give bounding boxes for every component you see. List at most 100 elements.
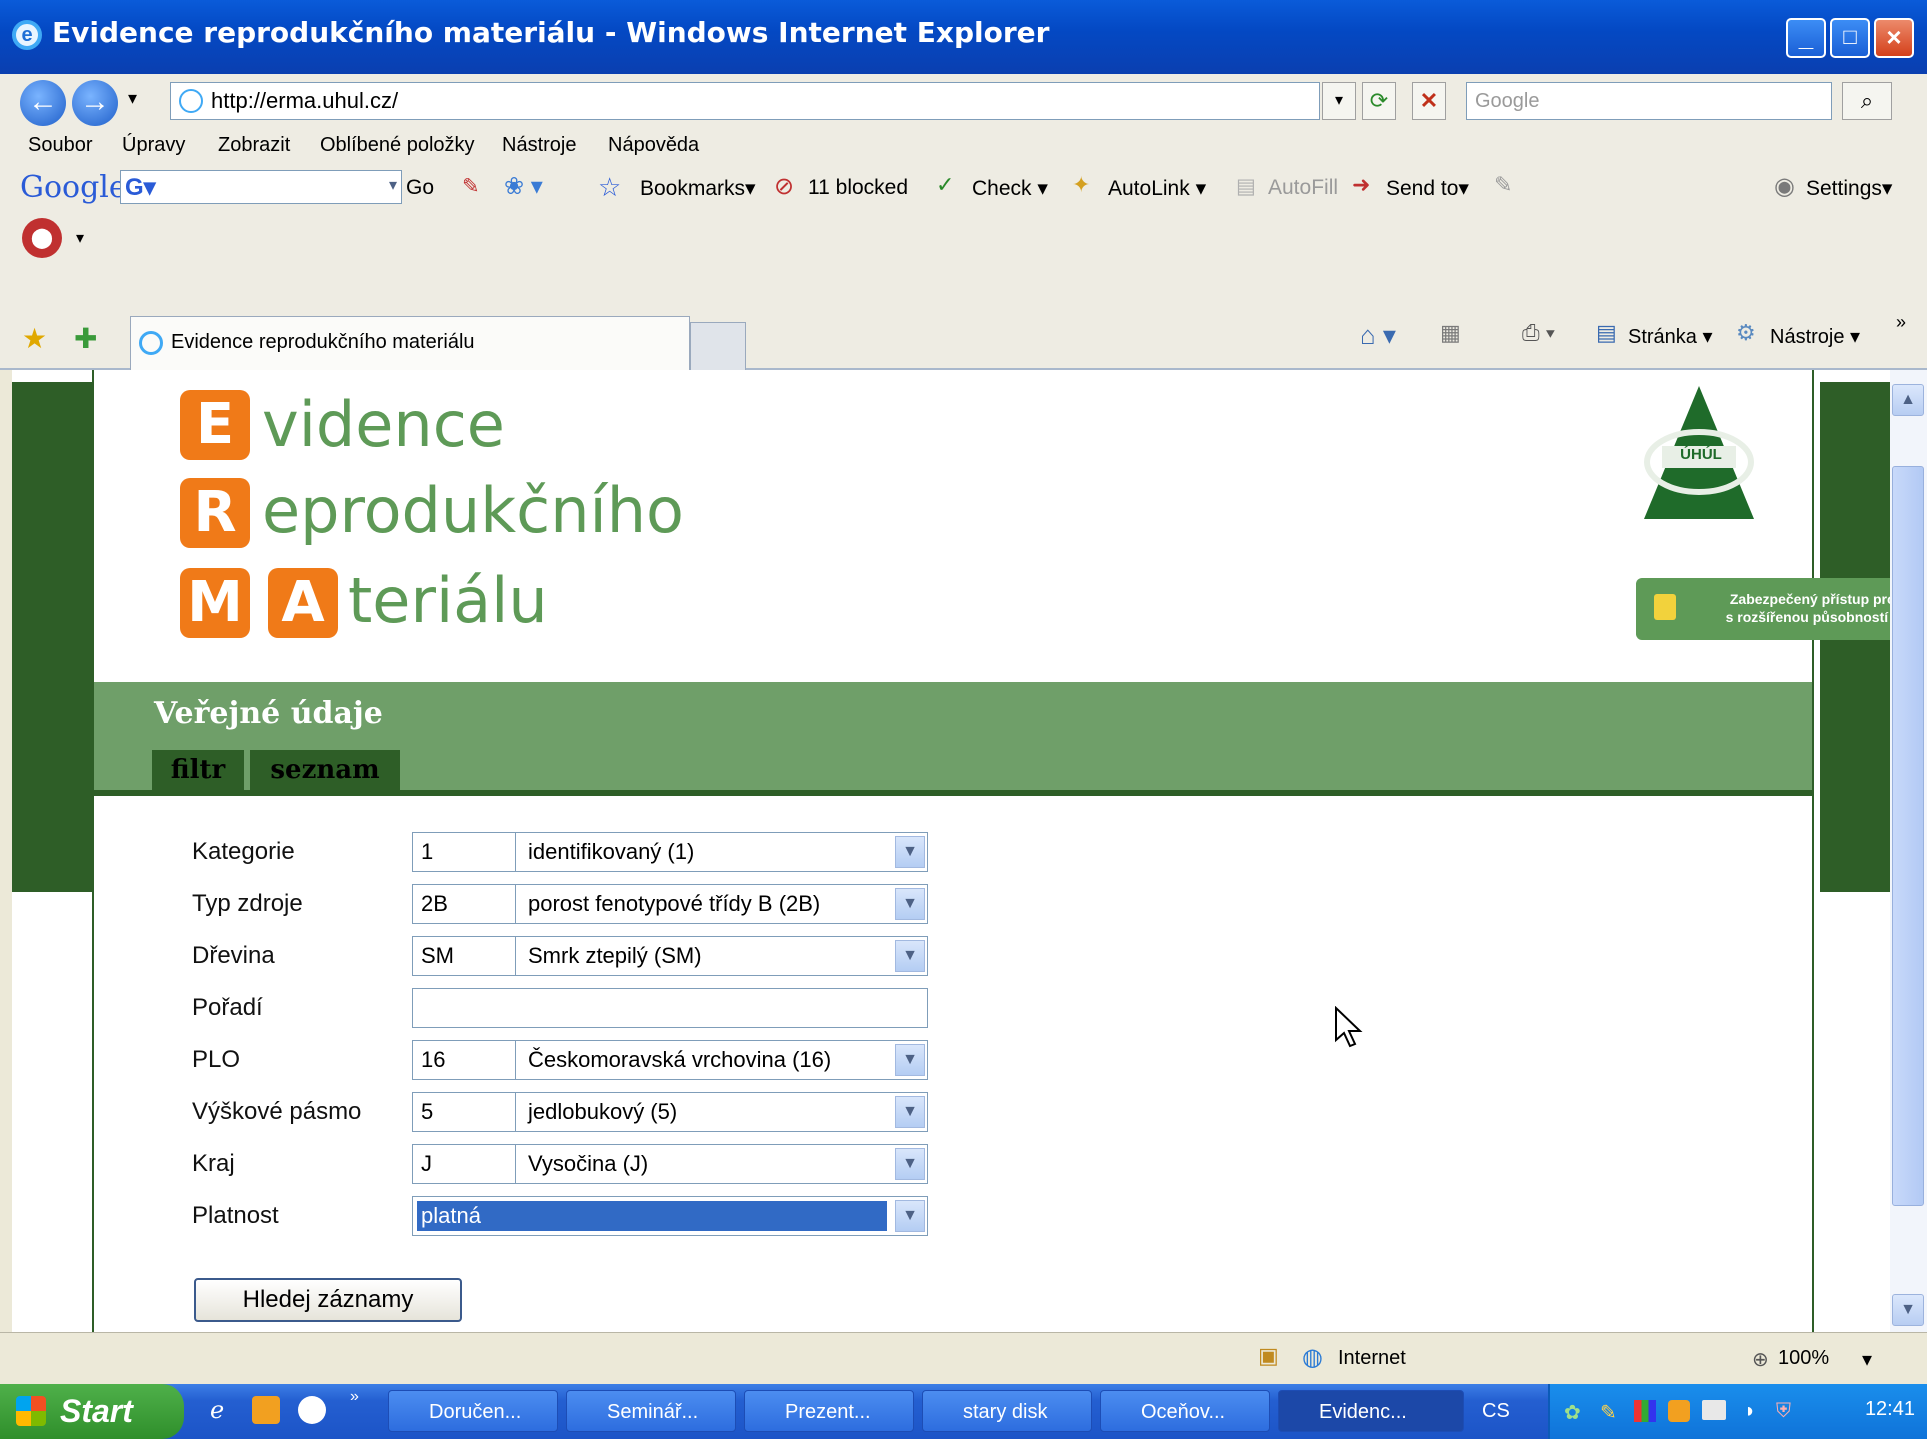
menu-napoveda[interactable]: Nápověda	[608, 134, 699, 157]
secure-access-button[interactable]: Zabezpečený přístup pro obce s rozšířeno…	[1636, 578, 1890, 640]
kraj-code-input[interactable]: J	[412, 1144, 516, 1184]
news-icon[interactable]: ❀ ▾	[504, 172, 543, 201]
dropdown-icon[interactable]: ▾	[389, 175, 397, 195]
menu-soubor[interactable]: Soubor	[28, 134, 93, 157]
task-doruceno[interactable]: Doručen...	[388, 1390, 558, 1432]
blocked-count[interactable]: 11 blocked	[808, 176, 908, 200]
tray-network-icon[interactable]: ✿	[1564, 1400, 1581, 1425]
tab-erma[interactable]: Evidence reprodukčního materiálu	[130, 316, 690, 370]
task-evidence[interactable]: Evidenc...	[1278, 1390, 1464, 1432]
chevron-down-icon[interactable]: ▼	[895, 888, 925, 920]
task-seminar[interactable]: Seminář...	[566, 1390, 736, 1432]
plo-select[interactable]: Českomoravská vrchovina (16) ▼	[516, 1040, 928, 1080]
scroll-thumb[interactable]	[1892, 466, 1924, 1206]
chevron-right-icon[interactable]: »	[1896, 312, 1906, 333]
check-button[interactable]: Check ▾	[972, 176, 1048, 201]
google-search-input[interactable]: G▾ ▾	[120, 170, 402, 204]
back-button[interactable]: ←	[20, 80, 66, 126]
outlook-quicklaunch-icon[interactable]	[252, 1396, 280, 1424]
start-button[interactable]: Start	[0, 1384, 184, 1439]
vyskove-pasmo-code-input[interactable]: 5	[412, 1092, 516, 1132]
platnost-select[interactable]: platná ▼	[412, 1196, 928, 1236]
tray-outlook-icon[interactable]	[1668, 1400, 1690, 1422]
page-menu[interactable]: Stránka ▾	[1628, 324, 1713, 349]
chevron-down-icon[interactable]: ▼	[895, 940, 925, 972]
tray-tool-icon[interactable]: ✎	[1600, 1400, 1617, 1425]
tray-color-icon[interactable]	[1634, 1400, 1656, 1422]
search-input[interactable]: Google	[1466, 82, 1832, 120]
pdf-dropdown-icon[interactable]: ▾	[76, 228, 84, 248]
task-label: Doručen...	[429, 1401, 522, 1423]
go-button[interactable]: Go	[406, 176, 434, 200]
search-icon[interactable]: ⌕	[1842, 82, 1892, 120]
close-button[interactable]: ×	[1874, 18, 1914, 58]
drevina-code-input[interactable]: SM	[412, 936, 516, 976]
bookmarks-button[interactable]: Bookmarks▾	[640, 176, 756, 201]
home-icon[interactable]: ⌂ ▾	[1360, 320, 1396, 351]
mouse-cursor-icon	[1335, 1006, 1363, 1048]
maximize-button[interactable]: □	[1830, 18, 1870, 58]
send-to-icon: ➜	[1352, 172, 1371, 197]
vertical-scrollbar[interactable]: ▲ ▼	[1890, 370, 1927, 1332]
history-dropdown-icon[interactable]: ▾	[128, 88, 137, 109]
menu-oblibene[interactable]: Oblíbené položky	[320, 134, 475, 157]
zoom-level[interactable]: 100%	[1778, 1347, 1829, 1370]
kategorie-select[interactable]: identifikovaný (1) ▼	[516, 832, 928, 872]
pagerank-icon[interactable]: ✎	[462, 174, 480, 199]
chevron-down-icon[interactable]: ▼	[895, 836, 925, 868]
forward-button[interactable]: →	[72, 80, 118, 126]
kategorie-code-input[interactable]: 1	[412, 832, 516, 872]
address-dropdown-icon[interactable]: ▾	[1322, 82, 1356, 120]
menu-nastroje[interactable]: Nástroje	[502, 134, 576, 157]
add-favorite-icon[interactable]: ✚	[74, 322, 97, 355]
task-ocenov[interactable]: Oceňov...	[1100, 1390, 1270, 1432]
feeds-icon[interactable]: ▦	[1440, 320, 1461, 346]
tab-seznam[interactable]: seznam	[250, 750, 400, 790]
field-label: Typ zdroje	[192, 890, 303, 917]
menu-upravy[interactable]: Úpravy	[122, 134, 185, 157]
tray-security-icon[interactable]: ⛨	[1776, 1400, 1791, 1423]
stop-icon[interactable]: ✕	[1412, 82, 1446, 120]
tray-volume-icon[interactable]: ◗	[1744, 1400, 1756, 1423]
chevron-down-icon[interactable]: ▼	[895, 1200, 925, 1232]
typ-zdroje-select[interactable]: porost fenotypové třídy B (2B) ▼	[516, 884, 928, 924]
tray-monitor-icon[interactable]	[1702, 1400, 1726, 1420]
task-prezent[interactable]: Prezent...	[744, 1390, 914, 1432]
send-to-button[interactable]: Send to▾	[1386, 176, 1469, 201]
quicklaunch-more-icon[interactable]: »	[350, 1388, 359, 1406]
settings-button[interactable]: Settings▾	[1806, 176, 1892, 201]
menu-zobrazit[interactable]: Zobrazit	[218, 134, 290, 157]
minimize-button[interactable]: _	[1786, 18, 1826, 58]
media-quicklaunch-icon[interactable]	[298, 1396, 326, 1424]
autofill-button[interactable]: AutoFill	[1268, 176, 1338, 200]
chevron-down-icon[interactable]: ▼	[895, 1044, 925, 1076]
kraj-select[interactable]: Vysočina (J) ▼	[516, 1144, 928, 1184]
chevron-down-icon[interactable]: ▼	[895, 1148, 925, 1180]
scroll-down-icon[interactable]: ▼	[1892, 1294, 1924, 1326]
new-tab-button[interactable]	[690, 322, 746, 370]
tab-filtr[interactable]: filtr	[152, 750, 244, 790]
poradi-input[interactable]	[412, 988, 928, 1028]
chevron-down-icon[interactable]: ▼	[895, 1096, 925, 1128]
task-stary-disk[interactable]: stary disk	[922, 1390, 1092, 1432]
internet-globe-icon: ◍	[1302, 1344, 1323, 1371]
print-icon[interactable]: ⎙ ▾	[1522, 320, 1555, 346]
vyskove-pasmo-select[interactable]: jedlobukový (5) ▼	[516, 1092, 928, 1132]
scroll-up-icon[interactable]: ▲	[1892, 384, 1924, 416]
favorites-star-icon[interactable]: ★	[22, 322, 47, 355]
drevina-select[interactable]: Smrk ztepilý (SM) ▼	[516, 936, 928, 976]
web-page: E vidence R eprodukčního M A teriálu ÚHÚ…	[12, 370, 1890, 1332]
tools-menu[interactable]: Nástroje ▾	[1770, 324, 1860, 349]
autolink-button[interactable]: AutoLink ▾	[1108, 176, 1206, 201]
search-records-button[interactable]: Hledej záznamy	[194, 1278, 462, 1322]
clock: 12:41	[1864, 1398, 1915, 1420]
language-indicator[interactable]: CS	[1482, 1400, 1510, 1423]
highlighter-icon[interactable]: ✎	[1494, 172, 1512, 198]
refresh-icon[interactable]: ⟳	[1362, 82, 1396, 120]
plo-code-input[interactable]: 16	[412, 1040, 516, 1080]
ie-quicklaunch-icon[interactable]: ℯ	[210, 1396, 224, 1425]
pdf-icon[interactable]: ⬤	[22, 218, 62, 258]
address-input[interactable]: http://erma.uhul.cz/	[170, 82, 1320, 120]
zoom-dropdown-icon[interactable]: ▾	[1862, 1347, 1872, 1372]
typ-zdroje-code-input[interactable]: 2B	[412, 884, 516, 924]
